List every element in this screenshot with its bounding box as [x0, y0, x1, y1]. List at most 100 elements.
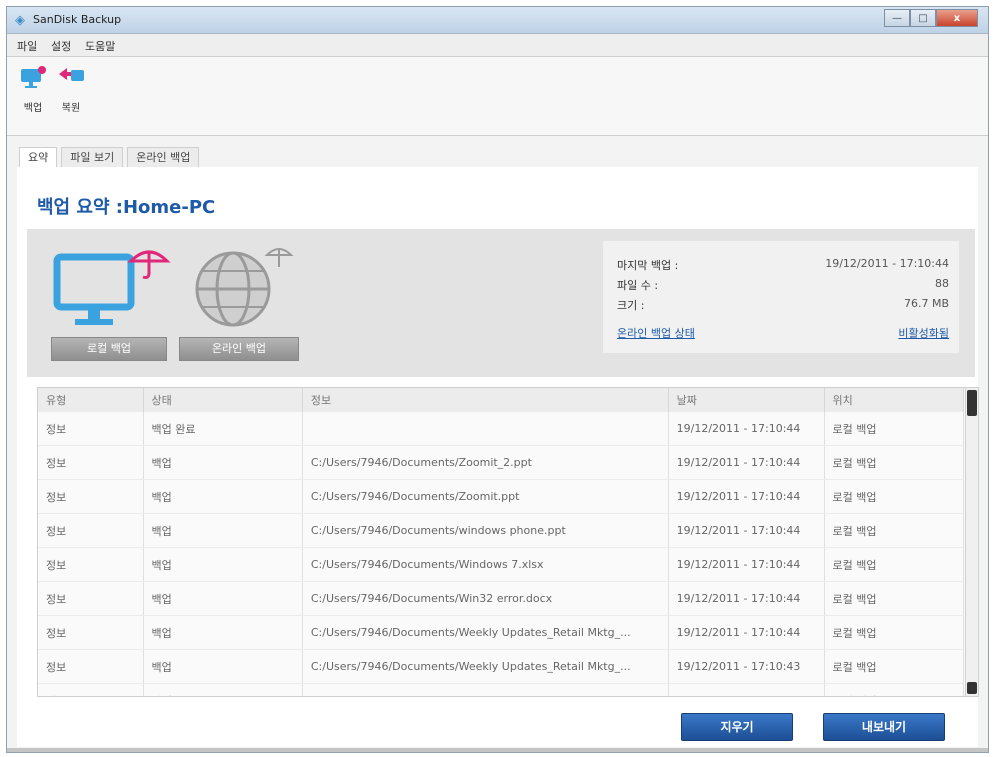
cell-location: 로컬 백업 [824, 547, 964, 582]
tab-summary[interactable]: 요약 [19, 147, 58, 169]
cell-info: C:/Users/7946/Documents/Zoomit.ppt [302, 479, 669, 514]
window-title: SanDisk Backup [33, 13, 122, 26]
file-count-label: 파일 수 : [617, 279, 659, 292]
size-value: 76.7 MB [903, 297, 949, 310]
restore-tool-label: 복원 [61, 103, 81, 114]
cell-date: 19/12/2011 - 17:10:44 [668, 479, 825, 514]
tab-file-view[interactable]: 파일 보기 [61, 147, 124, 169]
column-header-location[interactable]: 위치 [824, 388, 964, 412]
cell-type: 정보 [38, 581, 144, 616]
table-row[interactable]: 정보 백업 C:/Users/7946/Documents/Weekly Upd… [38, 683, 964, 696]
table-row[interactable]: 정보 백업 C:/Users/7946/Documents/Zoomit.ppt… [38, 479, 964, 514]
scrollbar-down-arrow[interactable] [967, 682, 977, 694]
clear-button[interactable]: 지우기 [681, 713, 793, 741]
cell-location: 로컬 백업 [824, 513, 964, 548]
cell-info: C:/Users/7946/Documents/Windows 7.xlsx [302, 547, 669, 582]
cell-location: 로컬 백업 [824, 649, 964, 684]
online-backup-status-link[interactable]: 온라인 백업 상태 [617, 325, 695, 341]
column-header-info[interactable]: 정보 [302, 388, 669, 412]
size-label: 크기 : [617, 299, 645, 312]
maximize-button[interactable]: □ [910, 9, 936, 27]
cell-info: C:/Users/7946/Documents/Win32 error.docx [302, 581, 669, 616]
app-logo-icon: ◈ [15, 13, 25, 28]
table-row[interactable]: 정보 백업 C:/Users/7946/Documents/windows ph… [38, 513, 964, 548]
backup-tool-label: 백업 [23, 103, 43, 114]
menu-file[interactable]: 파일 [17, 38, 37, 54]
cell-location: 로컬 백업 [824, 445, 964, 480]
cell-location: 로컬 백업 [824, 412, 964, 446]
table-row[interactable]: 정보 백업 C:/Users/7946/Documents/Weekly Upd… [38, 649, 964, 684]
cell-info: C:/Users/7946/Documents/Weekly Updates_R… [302, 683, 669, 696]
cell-date: 19/12/2011 - 17:10:44 [668, 547, 825, 582]
cell-info: C:/Users/7946/Documents/Weekly Updates_R… [302, 649, 669, 684]
cell-location: 로컬 백업 [824, 581, 964, 616]
cell-status: 백업 [143, 547, 303, 582]
local-backup-pc-icon [53, 250, 171, 325]
scrollbar-thumb[interactable] [967, 390, 977, 416]
online-backup-button[interactable]: 온라인 백업 [179, 337, 299, 361]
cell-type: 정보 [38, 615, 144, 650]
cell-status: 백업 [143, 683, 303, 696]
cell-status: 백업 [143, 513, 303, 548]
cell-status: 백업 [143, 479, 303, 514]
table-row[interactable]: 정보 백업 C:/Users/7946/Documents/Weekly Upd… [38, 615, 964, 650]
cell-type: 정보 [38, 683, 144, 696]
cell-date: 19/12/2011 - 17:10:44 [668, 445, 825, 480]
minimize-button[interactable]: — [884, 9, 910, 27]
online-backup-globe-icon [195, 248, 294, 327]
cell-status: 백업 [143, 649, 303, 684]
page-title: 백업 요약 :Home-PC [37, 197, 216, 218]
cell-status: 백업 [143, 581, 303, 616]
cell-location: 로컬 백업 [824, 615, 964, 650]
cell-date: 19/12/2011 - 17:10:43 [668, 683, 825, 696]
export-button[interactable]: 내보내기 [823, 713, 945, 741]
cell-info: C:/Users/7946/Documents/windows phone.pp… [302, 513, 669, 548]
column-header-status[interactable]: 상태 [143, 388, 303, 412]
cell-info [302, 412, 669, 446]
cell-location: 로컬 백업 [824, 479, 964, 514]
column-header-date[interactable]: 날짜 [668, 388, 825, 412]
cell-type: 정보 [38, 479, 144, 514]
title-bar[interactable]: ◈ SanDisk Backup — □ x [7, 7, 988, 34]
cell-type: 정보 [38, 513, 144, 548]
summary-panel: 로컬 백업 온라인 백업 마지막 백업 : 19/12/2011 - 17:10… [27, 229, 975, 377]
cell-status: 백업 완료 [143, 412, 303, 446]
cell-info: C:/Users/7946/Documents/Zoomit_2.ppt [302, 445, 669, 480]
restore-tool-button[interactable]: 복원 [53, 65, 89, 114]
table-row[interactable]: 정보 백업 C:/Users/7946/Documents/Windows 7.… [38, 547, 964, 582]
log-scrollbar[interactable] [965, 388, 978, 696]
table-row[interactable]: 정보 백업 C:/Users/7946/Documents/Zoomit_2.p… [38, 445, 964, 480]
window-bottom-edge [7, 748, 988, 752]
restore-icon [59, 68, 84, 81]
cell-type: 정보 [38, 445, 144, 480]
local-backup-button[interactable]: 로컬 백업 [51, 337, 167, 361]
content-panel: 백업 요약 :Home-PC 로컬 백업 온라인 백업 마지막 백업: 19/… [17, 167, 979, 747]
cell-date: 19/12/2011 - 17:10:44 [668, 412, 825, 446]
cell-type: 정보 [38, 649, 144, 684]
last-backup-label: 마지막 백업 : [617, 259, 679, 272]
last-backup-value: 19/12/2011 - 17:10:44 [825, 257, 949, 270]
menu-help[interactable]: 도움말 [85, 38, 115, 54]
online-status-value-link[interactable]: 비활성화됨 [898, 325, 949, 341]
menu-settings[interactable]: 설정 [51, 38, 71, 54]
app-window: ◈ SanDisk Backup — □ x 파일 설정 도움말 백업 복원 요… [6, 6, 989, 753]
backup-info-box: 마지막 백업 : 19/12/2011 - 17:10:44 파일 수 : 88… [603, 241, 959, 353]
cell-location: 로컬 백업 [824, 683, 964, 696]
cell-status: 백업 [143, 445, 303, 480]
cell-type: 정보 [38, 412, 144, 446]
tab-bar: 요약 파일 보기 온라인 백업 [19, 147, 200, 169]
menu-bar: 파일 설정 도움말 [7, 34, 988, 57]
cell-status: 백업 [143, 615, 303, 650]
cell-date: 19/12/2011 - 17:10:44 [668, 615, 825, 650]
table-row[interactable]: 정보 백업 완료 19/12/2011 - 17:10:44 로컬 백업 [38, 412, 964, 446]
backup-tool-button[interactable]: 백업 [15, 65, 51, 114]
close-button[interactable]: x [936, 9, 978, 27]
column-header-type[interactable]: 유형 [38, 388, 144, 412]
table-row[interactable]: 정보 백업 C:/Users/7946/Documents/Win32 erro… [38, 581, 964, 616]
cell-date: 19/12/2011 - 17:10:44 [668, 513, 825, 548]
cell-type: 정보 [38, 547, 144, 582]
monitor-icon [21, 66, 46, 88]
window-controls: — □ x [884, 9, 978, 27]
toolbar: 백업 복원 [7, 57, 988, 136]
tab-online-backup[interactable]: 온라인 백업 [127, 147, 200, 169]
